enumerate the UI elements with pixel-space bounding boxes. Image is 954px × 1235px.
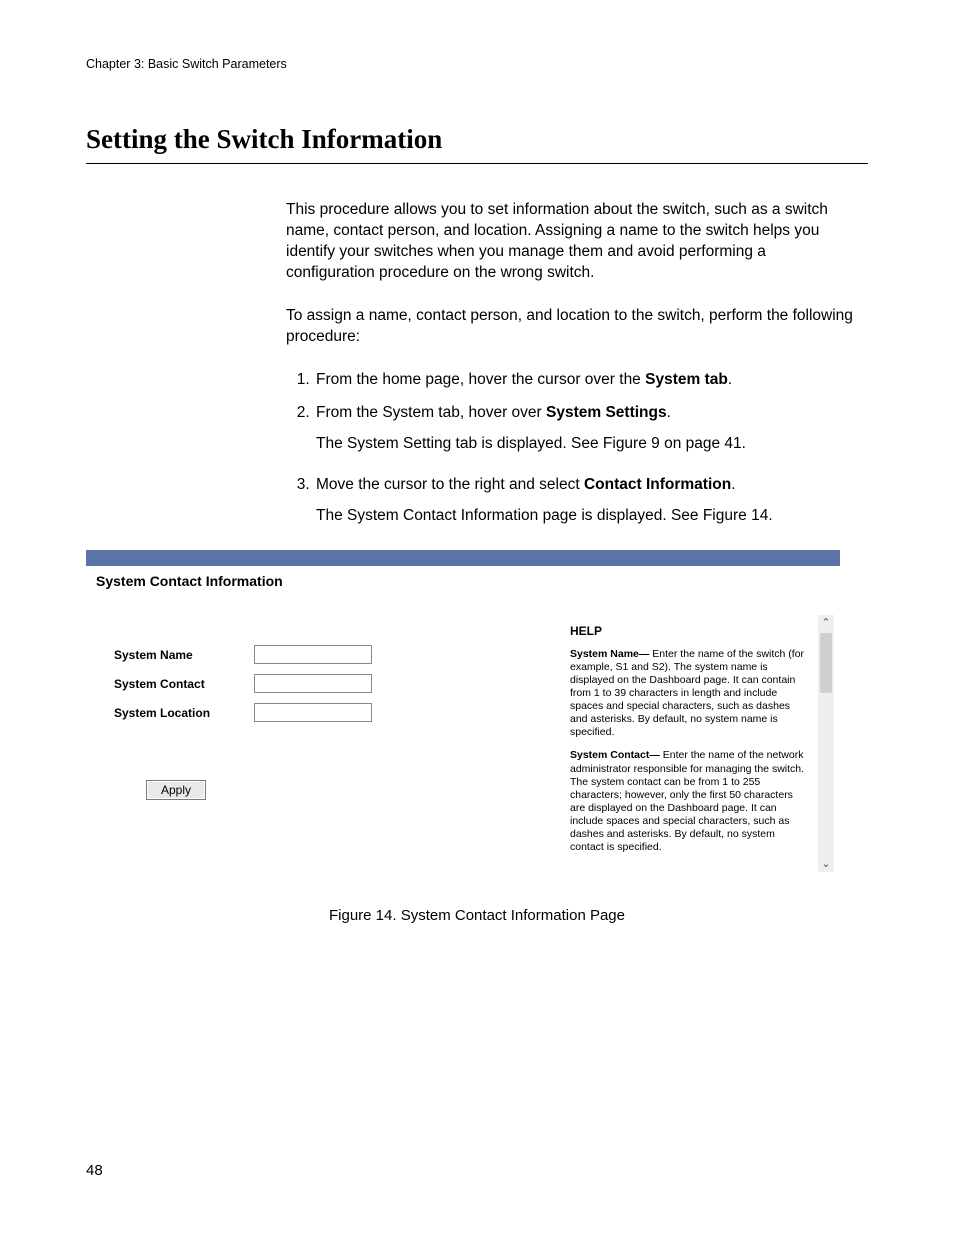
system-name-label: System Name — [114, 647, 254, 663]
panel-body: System Name System Contact System Locati… — [86, 607, 840, 880]
form-area: System Name System Contact System Locati… — [92, 615, 564, 872]
intro-paragraph: This procedure allows you to set informa… — [286, 200, 858, 284]
step-2-bold: System Settings — [546, 404, 667, 421]
scroll-handle[interactable] — [820, 633, 832, 693]
step-1: From the home page, hover the cursor ove… — [314, 370, 858, 391]
help-system-name: System Name— Enter the name of the switc… — [570, 648, 810, 740]
panel-title: System Contact Information — [86, 566, 840, 607]
system-contact-row: System Contact — [114, 674, 564, 693]
help-system-contact: System Contact— Enter the name of the ne… — [570, 749, 810, 854]
step-3: Move the cursor to the right and select … — [314, 475, 858, 527]
help-scrollbar[interactable]: ⌃ ⌄ — [818, 615, 834, 872]
system-contact-input[interactable] — [254, 674, 372, 693]
figure-14: System Contact Information System Name S… — [86, 550, 868, 926]
scroll-down-icon[interactable]: ⌄ — [818, 856, 834, 872]
help-area: HELP System Name— Enter the name of the … — [564, 615, 834, 872]
help-system-contact-label: System Contact— — [570, 749, 660, 761]
step-3-sub: The System Contact Information page is d… — [316, 506, 858, 527]
step-3-bold: Contact Information — [584, 476, 731, 493]
system-location-input[interactable] — [254, 703, 372, 722]
step-1-text-a: From the home page, hover the cursor ove… — [316, 371, 645, 388]
help-title: HELP — [570, 623, 810, 639]
section-rule — [86, 163, 868, 164]
chapter-header: Chapter 3: Basic Switch Parameters — [86, 56, 868, 73]
help-system-name-label: System Name— — [570, 648, 649, 660]
lead-paragraph: To assign a name, contact person, and lo… — [286, 306, 858, 348]
section-title: Setting the Switch Information — [86, 121, 868, 157]
step-2-sub: The System Setting tab is displayed. See… — [316, 434, 858, 455]
system-name-row: System Name — [114, 645, 564, 664]
scroll-up-icon[interactable]: ⌃ — [818, 615, 834, 631]
step-3-text-c: . — [731, 476, 735, 493]
document-page: Chapter 3: Basic Switch Parameters Setti… — [0, 0, 954, 1235]
page-number: 48 — [86, 1161, 103, 1181]
step-2-text-c: . — [667, 404, 671, 421]
help-system-name-text: Enter the name of the switch (for exampl… — [570, 648, 804, 739]
apply-button[interactable]: Apply — [146, 780, 206, 800]
procedure-steps: From the home page, hover the cursor ove… — [286, 370, 858, 527]
step-1-text-c: . — [728, 371, 732, 388]
step-2: From the System tab, hover over System S… — [314, 403, 858, 455]
body-column: This procedure allows you to set informa… — [286, 200, 858, 526]
help-system-contact-text: Enter the name of the network administra… — [570, 749, 804, 853]
step-1-bold: System tab — [645, 371, 728, 388]
system-contact-label: System Contact — [114, 676, 254, 692]
apply-wrap: Apply — [146, 780, 564, 800]
system-location-label: System Location — [114, 705, 254, 721]
step-2-text-a: From the System tab, hover over — [316, 404, 546, 421]
figure-caption: Figure 14. System Contact Information Pa… — [86, 906, 868, 926]
system-location-row: System Location — [114, 703, 564, 722]
system-name-input[interactable] — [254, 645, 372, 664]
step-3-text-a: Move the cursor to the right and select — [316, 476, 584, 493]
screenshot-panel: System Contact Information System Name S… — [86, 550, 840, 880]
